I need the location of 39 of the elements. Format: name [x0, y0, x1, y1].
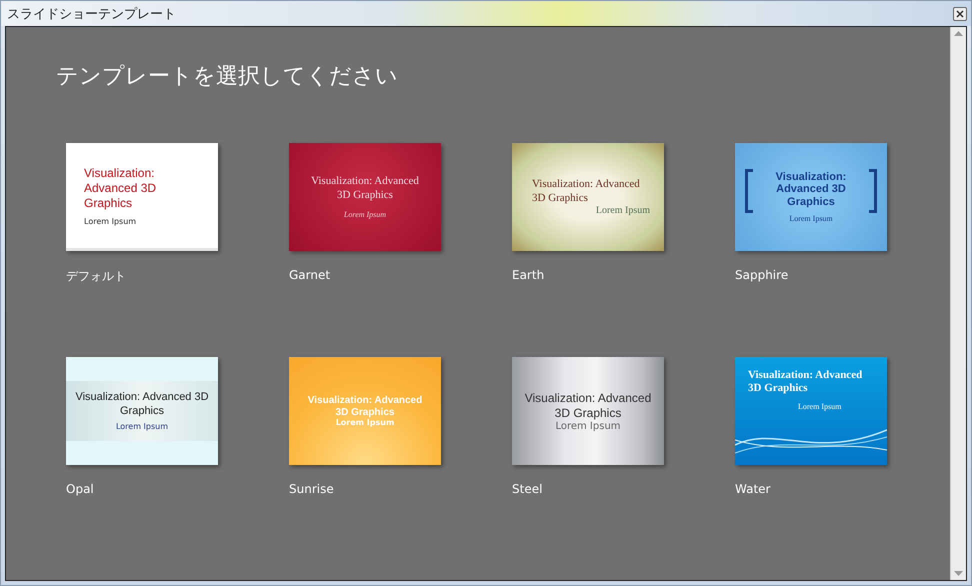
template-thumbnail[interactable]: Visualization: Advanced 3D Graphics Lorem Ipsum: [66, 143, 218, 251]
slide-subtitle: Lorem Ipsum: [342, 210, 388, 220]
window-title: スライドショーテンプレート: [7, 6, 176, 22]
template-name: Steel: [512, 482, 544, 496]
slide-subtitle: Lorem Ipsum: [334, 418, 396, 427]
template-name: Garnet: [289, 268, 332, 282]
template-thumbnail[interactable]: Visualization: Advanced 3D Graphics Lorem Ipsum: [512, 357, 664, 465]
bracket-icon: [869, 169, 877, 213]
template-name: Earth: [512, 268, 546, 282]
template-thumbnail[interactable]: Visualization: Advanced 3D Graphics Lorem Ipsum: [735, 357, 887, 465]
bracket-icon: [745, 169, 753, 213]
slide-title: Visualization: Advanced 3D Graphics: [84, 166, 158, 210]
template-name: デフォルト: [66, 268, 127, 285]
template-name: Sapphire: [735, 268, 790, 282]
scroll-up-icon[interactable]: [954, 31, 963, 36]
template-name: Sunrise: [289, 482, 335, 496]
slide-subtitle: Lorem Ipsum: [114, 422, 170, 431]
page-heading: テンプレートを選択してください: [56, 63, 399, 91]
slide-subtitle: Lorem Ipsum: [84, 216, 138, 226]
template-name: Opal: [66, 482, 95, 496]
slide-title: Visualization: Advanced 3D Graphics: [306, 395, 424, 418]
slide-subtitle: Lorem Ipsum: [798, 402, 842, 412]
slide-title: Visualization: Advanced 3D Graphics: [74, 391, 210, 419]
template-thumbnail[interactable]: Visualization: Advanced 3D Graphics Lorem Ipsum: [289, 143, 441, 251]
slide-title: Visualization: Advanced 3D Graphics: [310, 174, 420, 202]
template-thumbnail[interactable]: Visualization: Advanced 3D Graphics Lorem Ipsum: [66, 357, 218, 465]
close-icon: [956, 10, 964, 18]
close-button[interactable]: [953, 6, 967, 20]
slide-title: Visualization: Advanced 3D Graphics: [524, 390, 652, 420]
slide-subtitle: Lorem Ipsum: [788, 214, 834, 224]
template-thumbnail[interactable]: Visualization: Advanced 3D Graphics Lorem Ipsum: [512, 143, 664, 251]
scroll-down-icon[interactable]: [954, 571, 963, 576]
slide-title: Visualization: Advanced 3D Graphics: [774, 170, 848, 208]
template-name: Water: [735, 482, 772, 496]
slide-title: Visualization: Advanced 3D Graphics: [748, 369, 864, 394]
template-thumbnail[interactable]: Visualization: Advanced 3D Graphics Lorem Ipsum: [735, 143, 887, 251]
slide-title: Visualization: Advanced 3D Graphics: [532, 178, 641, 206]
slide-subtitle: Lorem Ipsum: [554, 420, 622, 432]
slide-subtitle: Lorem Ipsum: [594, 205, 650, 216]
